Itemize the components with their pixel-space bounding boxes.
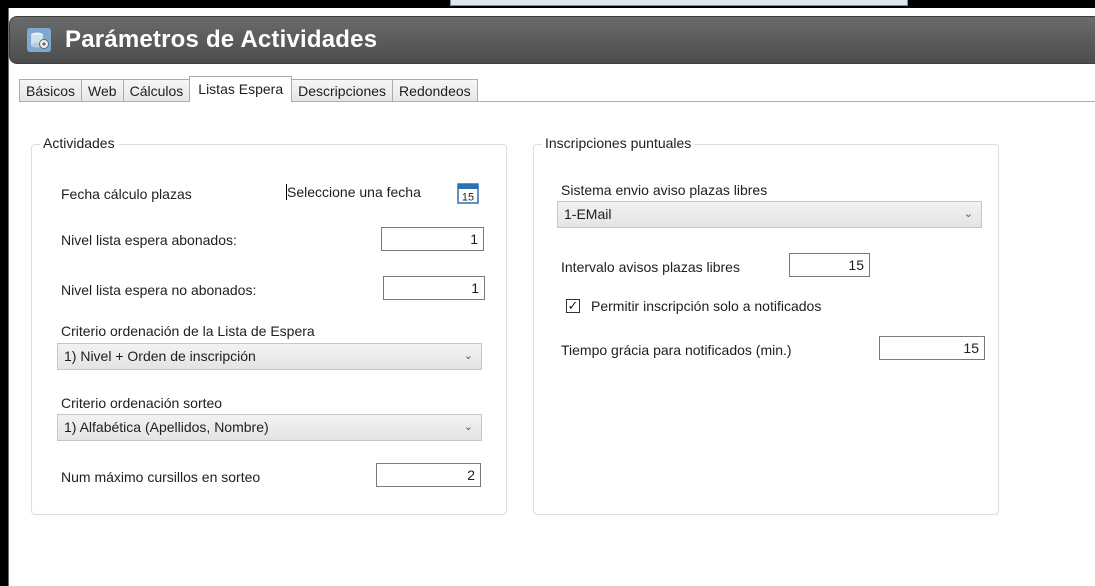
criterio-sorteo-label: Criterio ordenación sorteo <box>61 395 223 411</box>
criterio-lista-select[interactable]: 1) Nivel + Orden de inscripción ⌄ <box>57 343 482 370</box>
tab-listas-espera[interactable]: Listas Espera <box>189 76 293 102</box>
chevron-down-icon: ⌄ <box>463 350 473 362</box>
nivel-no-abonados-input[interactable]: 1 <box>383 276 485 300</box>
inscripciones-group: Inscripciones puntuales <box>533 135 999 515</box>
actividades-group-title: Actividades <box>40 135 118 151</box>
page-title: Parámetros de Actividades <box>65 26 378 53</box>
sistema-envio-select[interactable]: 1-EMail ⌄ <box>557 201 982 228</box>
chevron-down-icon: ⌄ <box>963 208 973 220</box>
background-window-strip <box>450 0 908 6</box>
parametros-window: Parámetros de Actividades Básicos Web Cá… <box>8 8 1095 586</box>
criterio-sorteo-value: 1) Alfabética (Apellidos, Nombre) <box>64 419 269 435</box>
checkmark-icon: ✓ <box>567 298 579 313</box>
tab-descripciones[interactable]: Descripciones <box>291 79 394 102</box>
criterio-sorteo-select[interactable]: 1) Alfabética (Apellidos, Nombre) ⌄ <box>57 414 482 441</box>
tab-basicos[interactable]: Básicos <box>19 79 83 102</box>
inscripciones-group-title: Inscripciones puntuales <box>542 135 695 151</box>
chevron-down-icon: ⌄ <box>463 421 473 433</box>
database-settings-icon <box>27 28 51 52</box>
calendar-icon[interactable]: 15 <box>457 182 479 204</box>
nivel-no-abonados-label: Nivel lista espera no abonados: <box>61 282 257 298</box>
sistema-envio-value: 1-EMail <box>564 206 612 222</box>
criterio-lista-label: Criterio ordenación de la Lista de Esper… <box>61 323 315 339</box>
nivel-abonados-label: Nivel lista espera abonados: <box>61 232 237 248</box>
intervalo-avisos-input[interactable]: 15 <box>789 253 870 277</box>
intervalo-avisos-label: Intervalo avisos plazas libres <box>561 259 740 275</box>
tab-divider <box>19 101 1095 102</box>
max-cursillos-label: Num máximo cursillos en sorteo <box>61 469 261 485</box>
tab-web[interactable]: Web <box>81 79 124 102</box>
permitir-checkbox[interactable]: ✓ <box>566 299 580 313</box>
tiempo-gracia-input[interactable]: 15 <box>879 336 985 360</box>
max-cursillos-input[interactable]: 2 <box>376 463 481 487</box>
permitir-label[interactable]: Permitir inscripción solo a notificados <box>591 298 821 314</box>
title-bar: Parámetros de Actividades <box>9 16 1095 64</box>
tab-redondeos[interactable]: Redondeos <box>392 79 478 102</box>
criterio-lista-value: 1) Nivel + Orden de inscripción <box>64 348 256 364</box>
tiempo-gracia-label: Tiempo grácia para notificados (min.) <box>561 342 792 358</box>
calendar-day-text: 15 <box>462 192 474 204</box>
fecha-calculo-input[interactable]: Seleccione una fecha <box>286 184 421 200</box>
fecha-placeholder: Seleccione una fecha <box>287 184 421 200</box>
sistema-envio-label: Sistema envio aviso plazas libres <box>561 182 768 198</box>
nivel-abonados-input[interactable]: 1 <box>381 227 484 251</box>
tab-calculos[interactable]: Cálculos <box>122 79 191 102</box>
tab-strip: Básicos Web Cálculos Listas Espera Descr… <box>19 76 478 102</box>
fecha-calculo-label: Fecha cálculo plazas <box>61 186 192 202</box>
